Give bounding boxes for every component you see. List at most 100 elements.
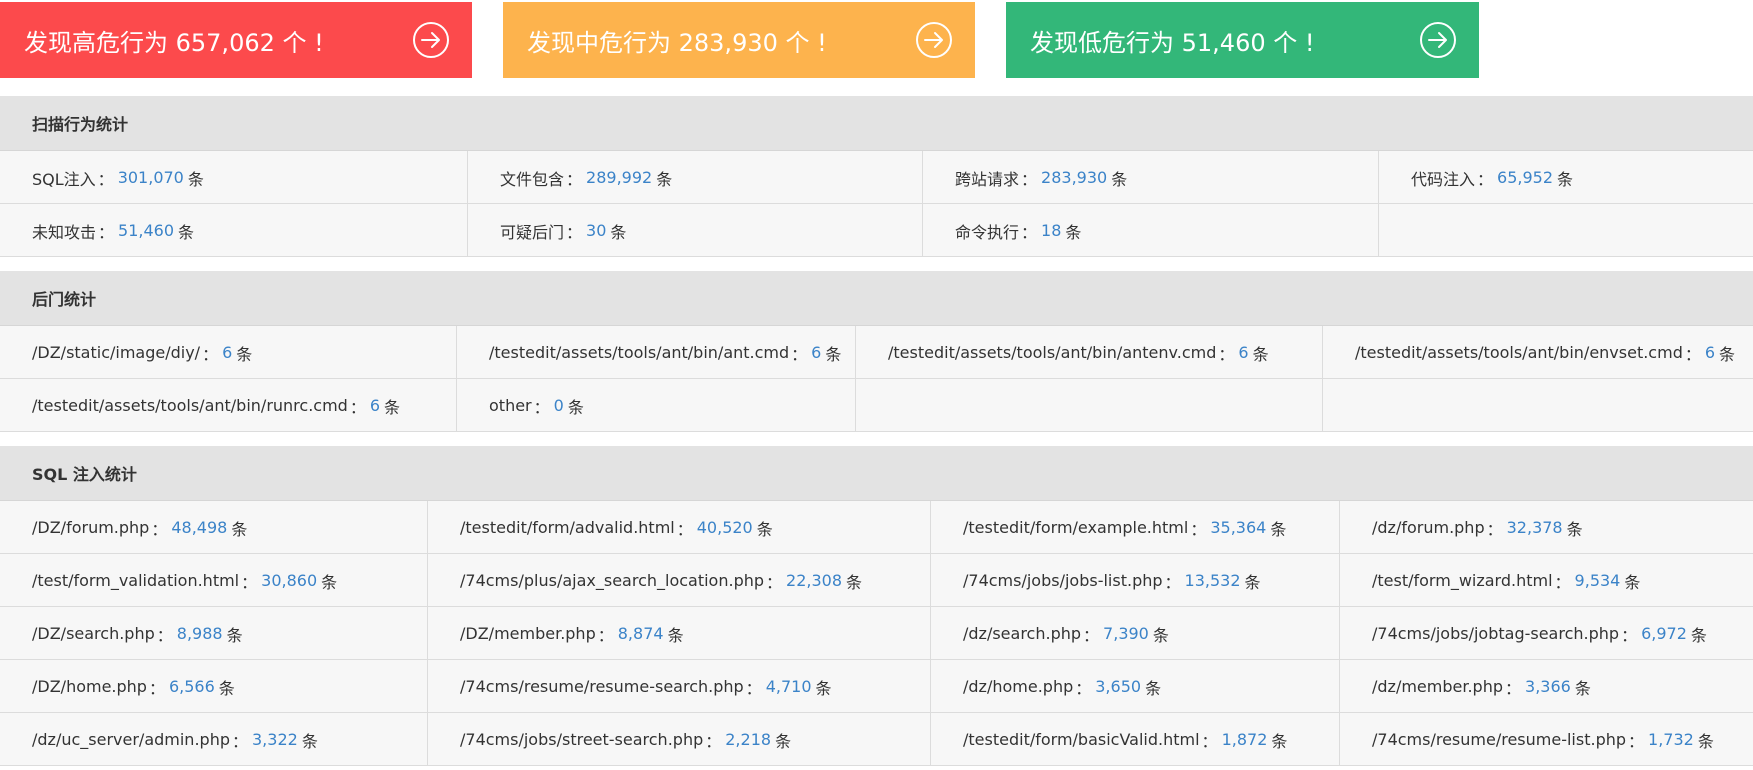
stat-label: 跨站请求 <box>955 169 1020 189</box>
stat-cell[interactable]: /testedit/assets/tools/ant/bin/antenv.cm… <box>856 326 1323 379</box>
stat-cell[interactable]: /testedit/form/example.html： 35,364 条 <box>931 501 1340 554</box>
stat-count[interactable]: 7,390 <box>1103 624 1149 643</box>
stat-separator: ： <box>231 731 248 751</box>
stat-cell[interactable]: /test/form_wizard.html： 9,534 条 <box>1340 554 1753 607</box>
stat-cell[interactable]: /test/form_validation.html： 30,860 条 <box>0 554 428 607</box>
arrow-right-circle-icon[interactable] <box>915 21 953 59</box>
stat-count[interactable]: 283,930 <box>1041 168 1107 187</box>
stat-cell[interactable]: SQL注入： 301,070 条 <box>0 151 468 204</box>
stat-cell[interactable]: /testedit/assets/tools/ant/bin/ant.cmd： 6… <box>457 326 856 379</box>
stat-cell[interactable]: 跨站请求： 283,930 条 <box>923 151 1379 204</box>
stat-count[interactable]: 35,364 <box>1210 518 1266 537</box>
stat-label: /DZ/static/image/diy/ <box>32 343 201 362</box>
stat-cell[interactable]: /DZ/member.php： 8,874 条 <box>428 607 931 660</box>
stat-label: /dz/member.php <box>1372 677 1503 696</box>
stat-cell[interactable]: other： 0 条 <box>457 379 856 432</box>
stat-cell[interactable]: /74cms/jobs/street-search.php： 2,218 条 <box>428 713 931 766</box>
stat-count[interactable]: 301,070 <box>118 168 184 187</box>
stat-count[interactable]: 3,650 <box>1095 677 1141 696</box>
stat-unit: 条 <box>1152 625 1169 645</box>
stat-cell[interactable]: /74cms/resume/resume-list.php： 1,732 条 <box>1340 713 1753 766</box>
stat-cell[interactable]: 命令执行： 18 条 <box>923 204 1379 257</box>
stat-unit: 条 <box>1566 519 1583 539</box>
stat-cell[interactable]: /DZ/search.php： 8,988 条 <box>0 607 428 660</box>
stat-count[interactable]: 6,972 <box>1641 624 1687 643</box>
stat-separator: ： <box>791 344 808 364</box>
stats-row: /DZ/home.php： 6,566 条/74cms/resume/resume-… <box>0 660 1753 713</box>
low-risk-text: 发现低危行为 51,460 个 ! <box>1030 28 1315 57</box>
stat-count[interactable]: 48,498 <box>171 518 227 537</box>
stat-count[interactable]: 1,872 <box>1222 730 1268 749</box>
stat-cell[interactable]: /74cms/jobs/jobtag-search.php： 6,972 条 <box>1340 607 1753 660</box>
stat-cell[interactable]: /DZ/static/image/diy/： 6 条 <box>0 326 457 379</box>
stat-separator: ： <box>156 625 173 645</box>
high-risk-banner[interactable]: 发现高危行为 657,062 个 ! <box>0 2 472 78</box>
stat-cell[interactable]: 代码注入： 65,952 条 <box>1379 151 1753 204</box>
stat-count[interactable]: 13,532 <box>1185 571 1241 590</box>
stat-cell[interactable]: /dz/uc_server/admin.php： 3,322 条 <box>0 713 428 766</box>
stat-cell[interactable]: 可疑后门： 30 条 <box>468 204 923 257</box>
stat-count[interactable]: 30,860 <box>261 571 317 590</box>
medium-risk-banner[interactable]: 发现中危行为 283,930 个 ! <box>503 2 975 78</box>
stat-label: /test/form_wizard.html <box>1372 571 1553 590</box>
stat-cell[interactable]: /testedit/assets/tools/ant/bin/envset.cm… <box>1323 326 1753 379</box>
stat-count[interactable]: 3,366 <box>1525 677 1571 696</box>
stat-cell[interactable]: /74cms/jobs/jobs-list.php： 13,532 条 <box>931 554 1340 607</box>
arrow-right-circle-icon[interactable] <box>1419 21 1457 59</box>
stat-count[interactable]: 32,378 <box>1507 518 1563 537</box>
stat-count[interactable]: 6 <box>222 343 232 362</box>
sql-injection-panel: SQL 注入统计 /DZ/forum.php： 48,498 条/testedit/… <box>0 446 1753 766</box>
stat-cell[interactable]: /dz/member.php： 3,366 条 <box>1340 660 1753 713</box>
stat-separator: ： <box>1628 731 1645 751</box>
stat-count[interactable]: 9,534 <box>1575 571 1621 590</box>
stat-count[interactable]: 6 <box>370 396 380 415</box>
stat-separator: ： <box>349 397 366 417</box>
stat-count[interactable]: 4,710 <box>766 677 812 696</box>
stat-cell[interactable]: /dz/forum.php： 32,378 条 <box>1340 501 1753 554</box>
stat-count[interactable]: 6,566 <box>169 677 215 696</box>
stat-label: /testedit/assets/tools/ant/bin/envset.cm… <box>1355 343 1683 362</box>
stat-count[interactable]: 18 <box>1041 221 1061 240</box>
stat-count[interactable]: 40,520 <box>697 518 753 537</box>
stat-count[interactable]: 51,460 <box>118 221 174 240</box>
stat-separator: ： <box>766 572 783 592</box>
stat-count[interactable]: 6 <box>1238 343 1248 362</box>
stat-cell[interactable]: /testedit/form/advalid.html： 40,520 条 <box>428 501 931 554</box>
stat-cell[interactable]: 未知攻击： 51,460 条 <box>0 204 468 257</box>
stat-count[interactable]: 289,992 <box>586 168 652 187</box>
stat-count[interactable]: 3,322 <box>252 730 298 749</box>
low-risk-banner[interactable]: 发现低危行为 51,460 个 ! <box>1006 2 1479 78</box>
panel-title: 扫描行为统计 <box>0 96 1753 150</box>
stat-count[interactable]: 6 <box>1705 343 1715 362</box>
stat-cell[interactable]: /74cms/resume/resume-search.php： 4,710 条 <box>428 660 931 713</box>
stat-unit: 条 <box>301 731 318 751</box>
stat-cell[interactable]: /DZ/forum.php： 48,498 条 <box>0 501 428 554</box>
stats-row: /dz/uc_server/admin.php： 3,322 条/74cms/job… <box>0 713 1753 766</box>
stat-count[interactable]: 22,308 <box>786 571 842 590</box>
stat-count[interactable]: 65,952 <box>1497 168 1553 187</box>
stat-cell[interactable]: /testedit/form/basicValid.html： 1,872 条 <box>931 713 1340 766</box>
stat-separator: ： <box>202 344 219 364</box>
stat-cell[interactable]: /dz/home.php： 3,650 条 <box>931 660 1340 713</box>
stat-count[interactable]: 8,988 <box>177 624 223 643</box>
stat-cell[interactable]: /testedit/assets/tools/ant/bin/runrc.cmd… <box>0 379 457 432</box>
backdoor-panel: 后门统计 /DZ/static/image/diy/： 6 条/testedit/a… <box>0 271 1753 432</box>
stat-count[interactable]: 8,874 <box>618 624 664 643</box>
stat-count[interactable]: 0 <box>554 396 564 415</box>
stat-count[interactable]: 6 <box>811 343 821 362</box>
stat-cell[interactable]: /74cms/plus/ajax_search_location.php： 22,… <box>428 554 931 607</box>
stat-unit: 条 <box>1244 572 1261 592</box>
stat-label: /DZ/home.php <box>32 677 147 696</box>
arrow-right-circle-icon[interactable] <box>412 21 450 59</box>
stats-grid: /DZ/static/image/diy/： 6 条/testedit/assets… <box>0 325 1753 432</box>
stat-count[interactable]: 30 <box>586 221 606 240</box>
stat-count[interactable]: 1,732 <box>1648 730 1694 749</box>
stat-unit: 条 <box>1065 222 1082 242</box>
stat-cell[interactable]: 文件包含： 289,992 条 <box>468 151 923 204</box>
stat-unit: 条 <box>775 731 792 751</box>
stat-cell[interactable]: /dz/search.php： 7,390 条 <box>931 607 1340 660</box>
stat-cell[interactable]: /DZ/home.php： 6,566 条 <box>0 660 428 713</box>
stat-separator: ： <box>151 519 168 539</box>
stat-separator: ： <box>1477 169 1494 189</box>
stat-count[interactable]: 2,218 <box>725 730 771 749</box>
